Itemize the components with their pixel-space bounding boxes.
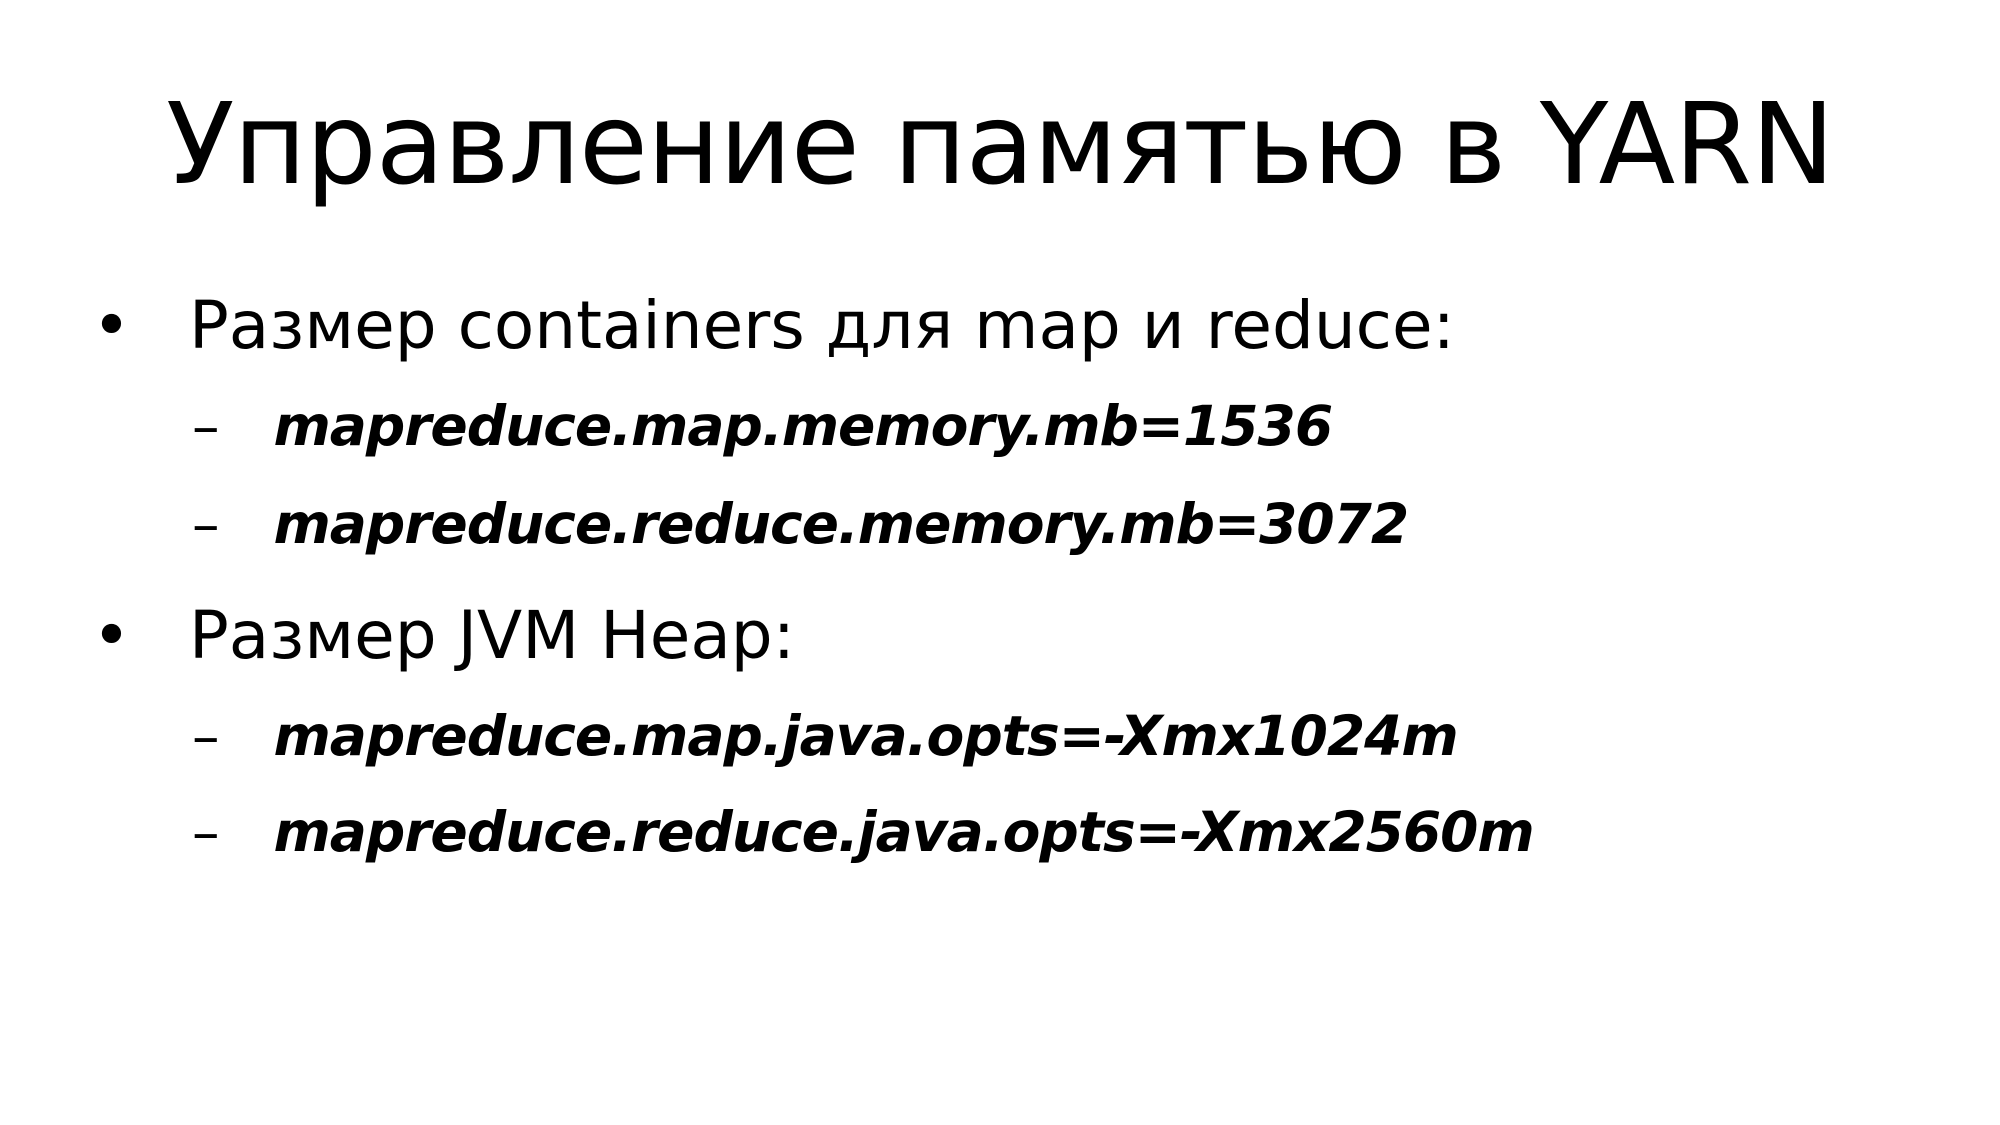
config-setting-text: mapreduce.map.java.opts=-Xmx1024m xyxy=(273,704,1458,768)
bullet-icon: • xyxy=(92,597,131,674)
sub-bullet-item: – mapreduce.reduce.java.opts=-Xmx2560m xyxy=(192,798,1535,866)
bullet-icon: • xyxy=(92,287,131,364)
dash-icon: – xyxy=(192,800,220,864)
config-setting-text: mapreduce.reduce.memory.mb=3072 xyxy=(273,492,1409,556)
slide-content: • Размер containers для map и reduce: – … xyxy=(0,0,2000,1125)
dash-icon: – xyxy=(192,492,220,556)
bullet-item: • Размер JVM Heap: xyxy=(92,596,795,676)
sub-bullet-item: – mapreduce.map.memory.mb=1536 xyxy=(192,392,1333,460)
dash-icon: – xyxy=(192,704,220,768)
config-setting-text: mapreduce.map.memory.mb=1536 xyxy=(273,394,1333,458)
sub-bullet-item: – mapreduce.reduce.memory.mb=3072 xyxy=(192,490,1409,558)
bullet-item: • Размер containers для map и reduce: xyxy=(92,286,1455,366)
config-setting-text: mapreduce.reduce.java.opts=-Xmx2560m xyxy=(273,800,1534,864)
bullet-text: Размер JVM Heap: xyxy=(188,597,795,674)
sub-bullet-item: – mapreduce.map.java.opts=-Xmx1024m xyxy=(192,702,1459,770)
bullet-text: Размер containers для map и reduce: xyxy=(188,287,1455,364)
presentation-slide: Управление памятью в YARN • Размер conta… xyxy=(0,0,2000,1125)
dash-icon: – xyxy=(192,394,220,458)
